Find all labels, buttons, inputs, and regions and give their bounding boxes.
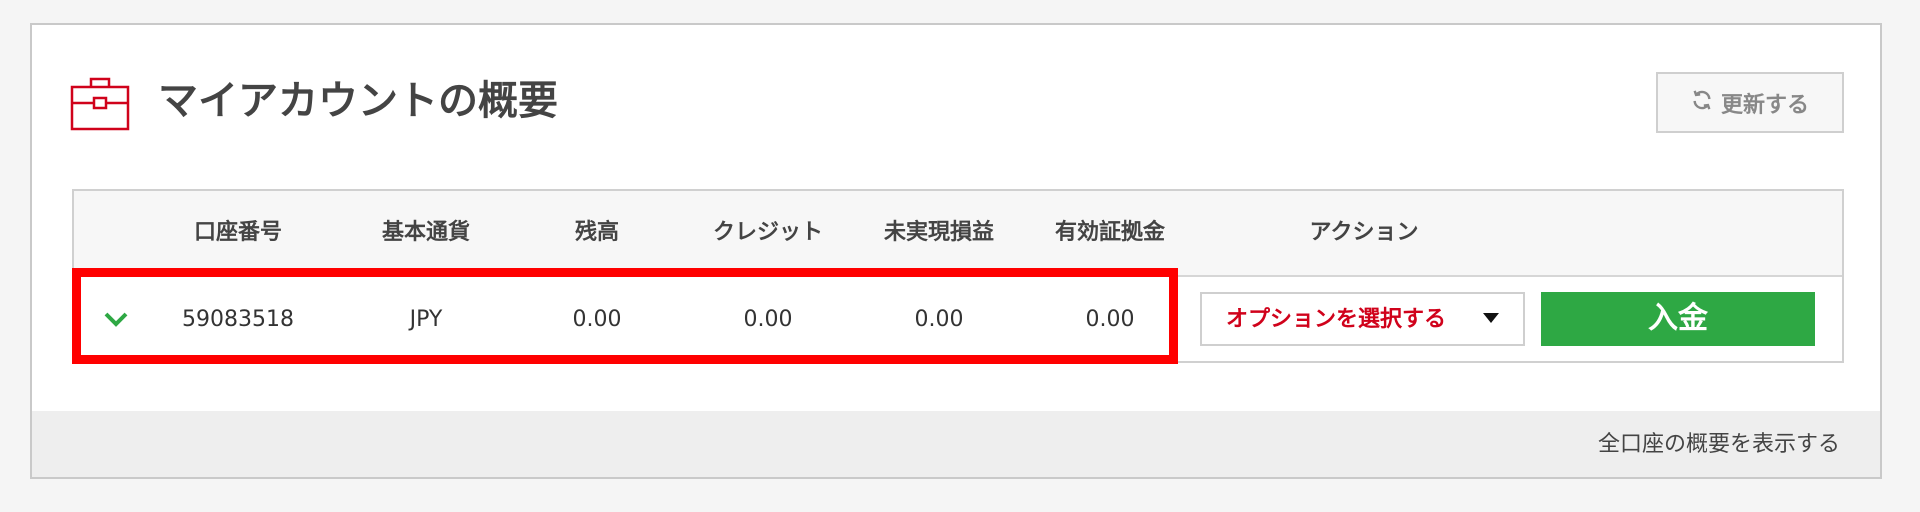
table-header: 口座番号 基本通貨 残高 クレジット 未実現損益 有効証拠金 アクション xyxy=(74,191,1842,277)
action-select[interactable]: オプションを選択する xyxy=(1200,292,1525,346)
card-footer: 全口座の概要を表示する xyxy=(32,411,1880,477)
equity-cell: 0.00 xyxy=(1085,307,1135,332)
refresh-label: 更新する xyxy=(1720,92,1809,118)
column-unrealized-pl: 未実現損益 xyxy=(883,220,995,245)
credit-cell: 0.00 xyxy=(743,307,793,332)
unrealized-pl-cell: 0.00 xyxy=(914,307,964,332)
column-credit: クレジット xyxy=(712,220,824,245)
currency-cell: JPY xyxy=(409,307,443,332)
refresh-button[interactable]: 更新する xyxy=(1656,72,1844,133)
refresh-icon xyxy=(1691,89,1713,117)
column-action: アクション xyxy=(1309,220,1419,245)
action-select-label: オプションを選択する xyxy=(1226,307,1447,332)
chevron-down-icon[interactable] xyxy=(102,307,130,331)
account-number-cell: 59083518 xyxy=(182,307,294,332)
briefcase-icon xyxy=(70,73,130,133)
account-summary-card: マイアカウントの概要 更新する 口座番号 基本通貨 残高 クレジット 未実現損益… xyxy=(30,23,1882,479)
balance-cell: 0.00 xyxy=(572,307,622,332)
view-all-accounts-link[interactable]: 全口座の概要を表示する xyxy=(1598,411,1840,479)
caret-down-icon xyxy=(1483,313,1499,323)
page-title: マイアカウントの概要 xyxy=(158,78,558,124)
column-account-number: 口座番号 xyxy=(193,220,283,245)
deposit-button[interactable]: 入金 xyxy=(1541,292,1815,346)
column-equity: 有効証拠金 xyxy=(1054,220,1166,245)
column-base-currency: 基本通貨 xyxy=(381,220,471,245)
column-balance: 残高 xyxy=(574,220,620,245)
